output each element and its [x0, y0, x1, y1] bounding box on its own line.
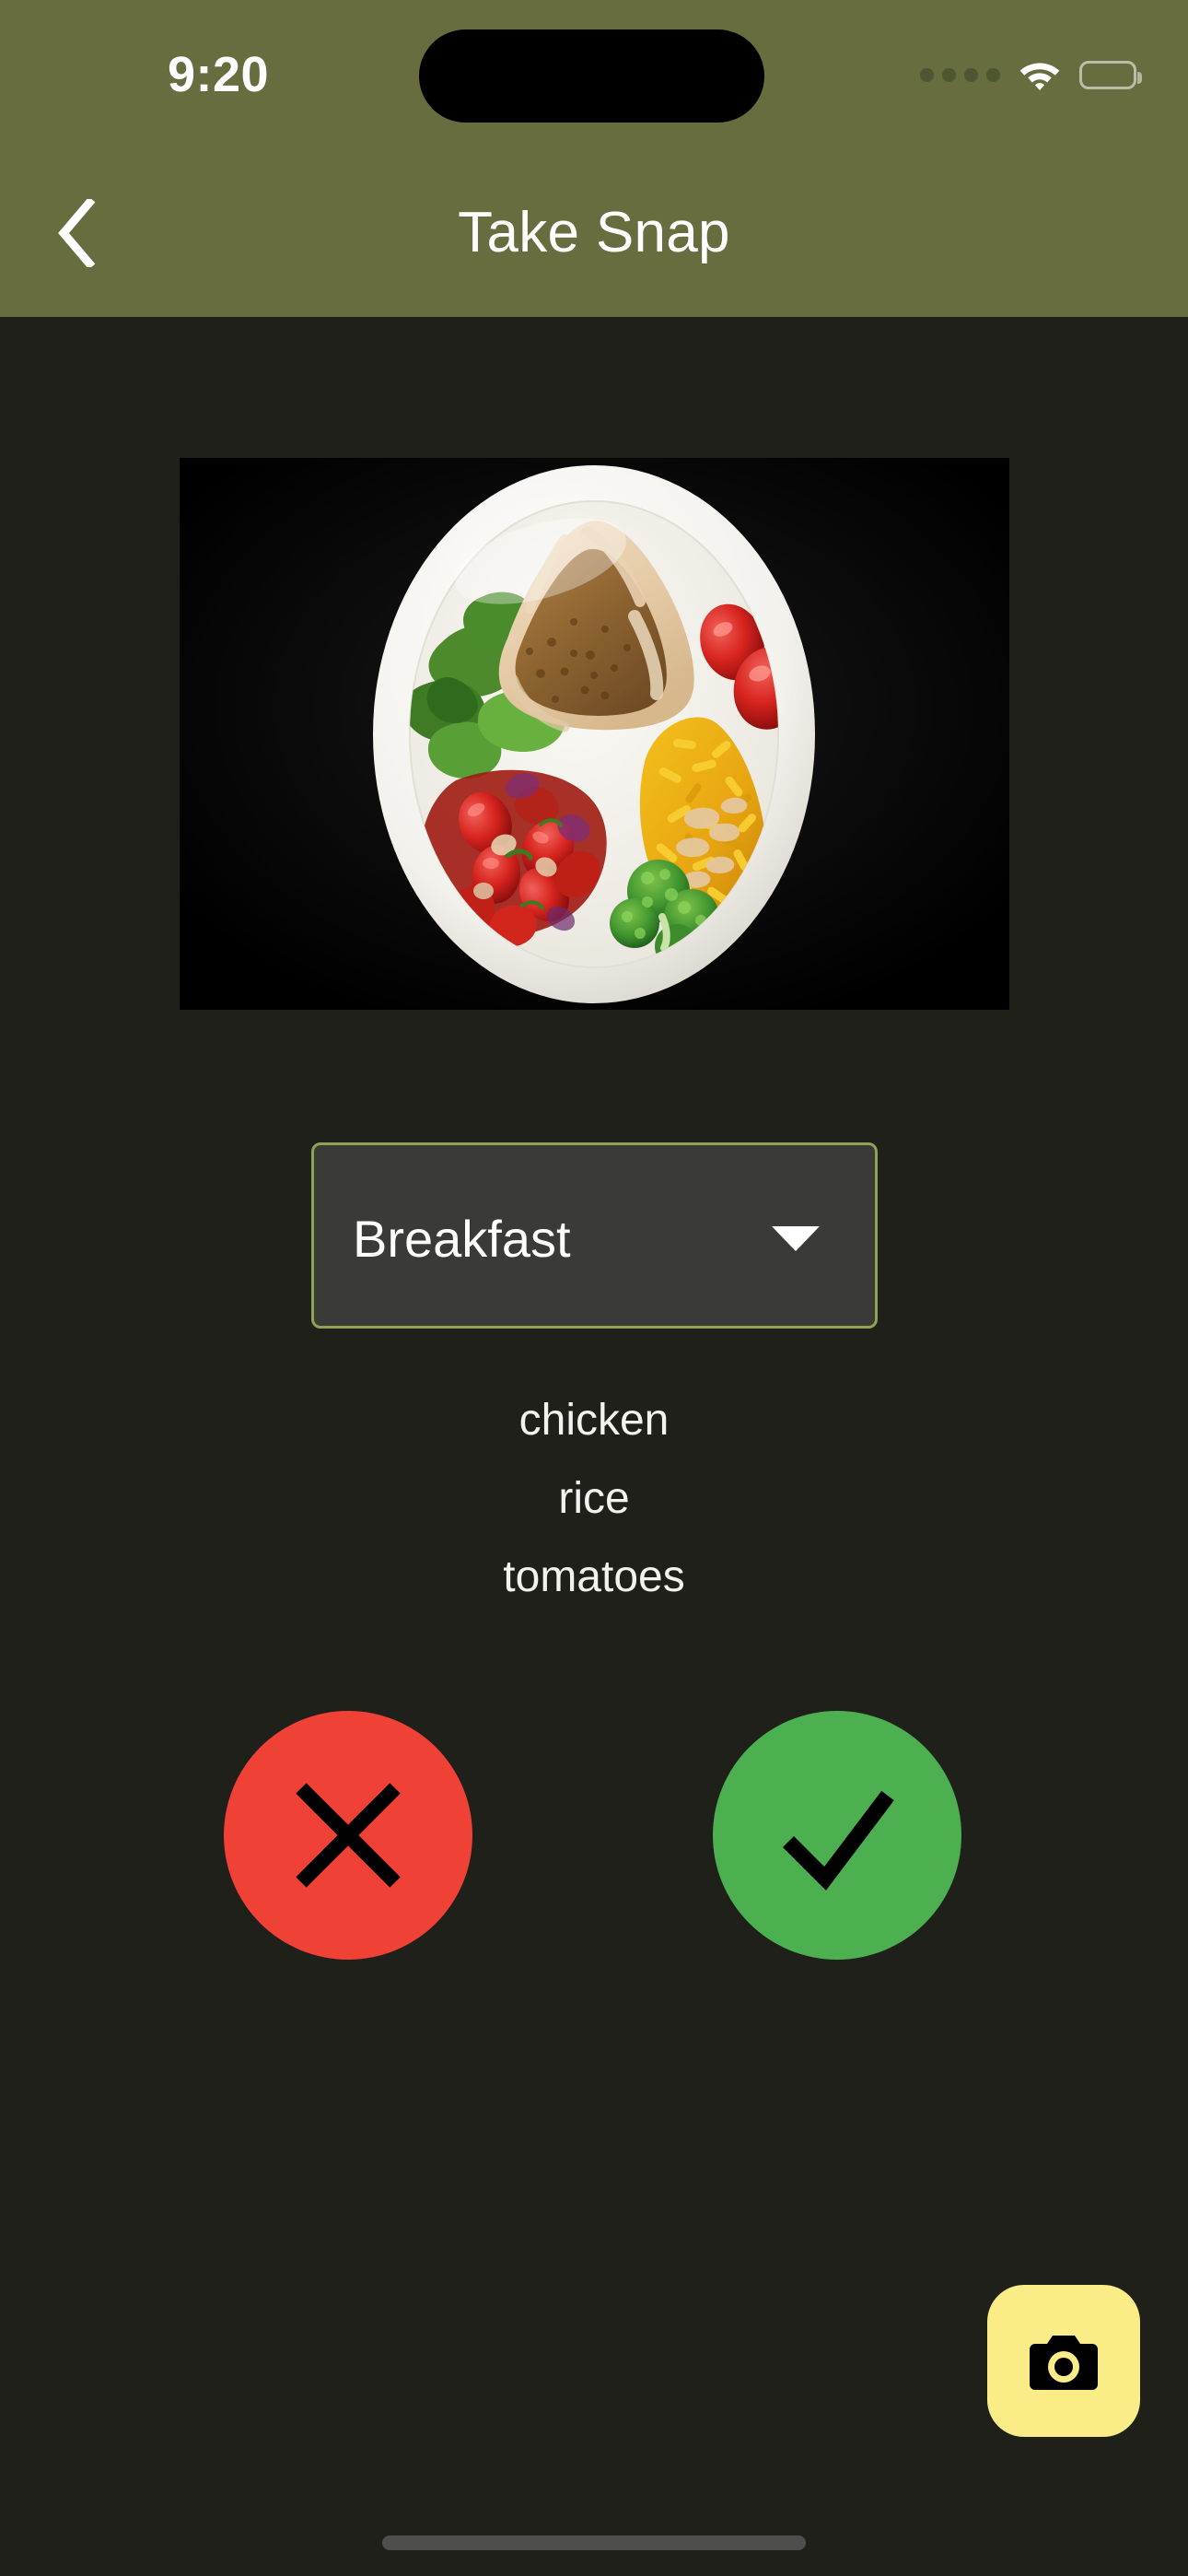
- app-bar: 9:20 Take Snap: [0, 0, 1188, 317]
- battery-full-icon: [1079, 60, 1142, 89]
- check-icon: [768, 1766, 906, 1904]
- meal-photo-image: [180, 458, 1009, 1010]
- signal-dots-icon: [920, 67, 1000, 82]
- reject-button[interactable]: [224, 1711, 472, 1960]
- list-item: chicken: [518, 1396, 670, 1445]
- camera-icon: [1028, 2331, 1100, 2392]
- meal-type-value: Breakfast: [353, 1209, 571, 1268]
- list-item: tomatoes: [503, 1552, 685, 1601]
- detected-items-list: chicken rice tomatoes: [0, 1382, 1188, 1617]
- list-item: rice: [558, 1474, 630, 1523]
- status-time: 9:20: [168, 47, 270, 102]
- camera-fab[interactable]: [987, 2285, 1140, 2437]
- home-indicator[interactable]: [382, 2535, 806, 2550]
- take-snap-screen: 9:20 Take Snap Breakfast chicken rice to…: [0, 0, 1188, 2576]
- action-buttons: [0, 1711, 1188, 1960]
- close-x-icon: [279, 1766, 417, 1904]
- dynamic-island: [419, 29, 764, 123]
- header: Take Snap: [0, 147, 1188, 317]
- status-bar: 9:20: [0, 0, 1188, 147]
- status-icons: [920, 53, 1142, 96]
- wifi-icon: [1017, 57, 1063, 92]
- meal-type-select[interactable]: Breakfast: [311, 1142, 878, 1329]
- chevron-down-icon: [772, 1145, 820, 1331]
- meal-photo[interactable]: [180, 458, 1009, 1010]
- accept-button[interactable]: [713, 1711, 961, 1960]
- page-title: Take Snap: [458, 200, 730, 264]
